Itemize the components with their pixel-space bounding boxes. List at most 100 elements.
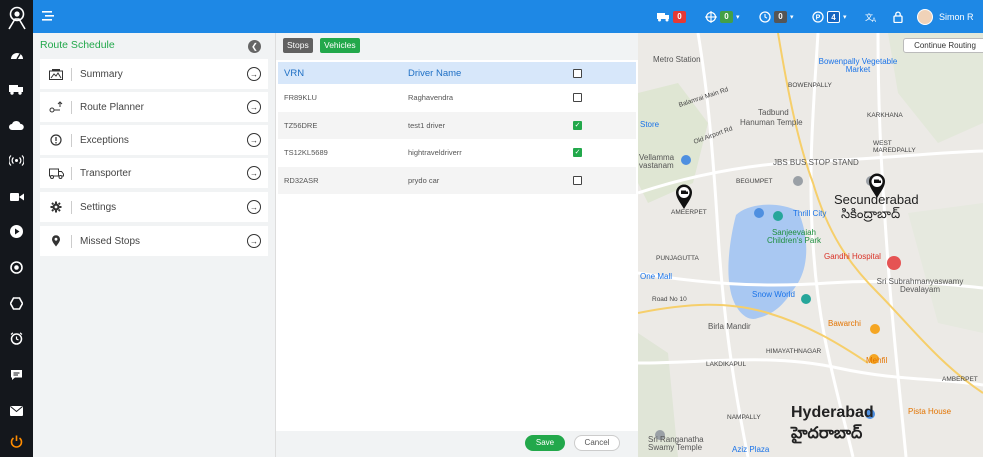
language-button[interactable]: 文A xyxy=(865,8,878,25)
map-label: KARKHANA xyxy=(867,112,903,119)
online-badge: 0 xyxy=(720,10,733,23)
mail-icon[interactable] xyxy=(8,402,25,419)
chat-icon[interactable] xyxy=(8,366,25,383)
arrow-right-circle-icon[interactable]: → xyxy=(247,133,261,147)
menu-item-label: Exceptions xyxy=(80,134,129,146)
map-label: Sri Subrahmanyaswamy Devalayam xyxy=(876,277,964,294)
hamburger-menu-icon[interactable] xyxy=(41,9,55,23)
cloud-icon[interactable] xyxy=(8,117,25,134)
save-button[interactable]: Save xyxy=(525,435,565,451)
chevron-down-icon: ▾ xyxy=(790,13,794,21)
map-label: Bowenpally Vegetable Market xyxy=(818,57,898,74)
map-label: WEST MAREDPALLY xyxy=(873,140,916,154)
vrn-cell: RD32ASR xyxy=(284,175,319,185)
location-pin-icon xyxy=(45,235,67,247)
map-label: JBS BUS STOP STAND xyxy=(773,158,859,167)
tab-stops[interactable]: Stops xyxy=(283,38,313,53)
arrow-right-circle-icon[interactable]: → xyxy=(247,166,261,180)
collapse-panel-button[interactable]: ❮ xyxy=(248,40,261,53)
summary-icon xyxy=(45,68,67,80)
vehicle-location-pin-icon[interactable] xyxy=(868,173,886,199)
hexagon-icon[interactable] xyxy=(8,295,25,312)
map-label: Thrill City xyxy=(793,209,827,218)
map-label: Hanuman Temple xyxy=(740,118,803,127)
online-status-dropdown[interactable]: 0 ▾ xyxy=(705,8,740,25)
menu-item-exceptions[interactable]: Exceptions → xyxy=(40,125,268,155)
alerts-counter[interactable]: 0 xyxy=(657,8,686,25)
alerts-badge: 0 xyxy=(673,10,686,23)
user-menu[interactable]: Simon R xyxy=(917,8,974,25)
menu-item-route-planner[interactable]: Route Planner → xyxy=(40,92,268,122)
map-label: Sri Ranganatha Swamy Temple xyxy=(648,435,704,452)
row-checkbox[interactable]: ✓ xyxy=(573,148,582,158)
parked-status-dropdown[interactable]: P 4 ▾ xyxy=(812,8,847,25)
map-label: One Mall xyxy=(640,272,673,281)
top-bar: 0 0 ▾ 0 ▾ P 4 ▾ 文A Simon R xyxy=(33,0,983,33)
select-all-checkbox[interactable] xyxy=(573,68,582,78)
table-row[interactable]: RD32ASR prydo car xyxy=(278,166,636,194)
power-icon[interactable] xyxy=(8,433,25,450)
map-view[interactable]: Continue Routing Metro Station BOWENPALL… xyxy=(638,33,983,457)
map-label: Birla Mandir xyxy=(708,322,751,331)
map-label: Gandhi Hospital xyxy=(824,252,881,261)
video-camera-icon[interactable] xyxy=(8,188,25,205)
avatar xyxy=(917,8,933,25)
arrow-right-circle-icon[interactable]: → xyxy=(247,67,261,81)
row-checkbox[interactable] xyxy=(573,175,582,185)
map-label: NAMPALLY xyxy=(727,414,761,421)
continue-routing-button[interactable]: Continue Routing xyxy=(903,38,983,53)
vehicles-panel: Stops Vehicles VRN Driver Name FR89KLU R… xyxy=(275,33,638,457)
menu-item-label: Transporter xyxy=(80,167,132,179)
alarm-clock-icon[interactable] xyxy=(8,330,25,347)
map-label: సికింద్రాబాద్ xyxy=(841,206,901,221)
app-nav-rail xyxy=(0,0,33,457)
table-row[interactable]: FR89KLU Raghavendra xyxy=(278,84,636,112)
settings-icon xyxy=(45,201,67,213)
vehicle-location-pin-icon[interactable] xyxy=(675,184,693,210)
route-schedule-panel: Route Schedule ❮ Summary → Route Planner… xyxy=(33,33,275,457)
lock-button[interactable] xyxy=(893,8,903,25)
app-logo[interactable] xyxy=(6,6,28,30)
idle-badge: 0 xyxy=(774,10,787,23)
fleet-icon[interactable] xyxy=(8,80,25,97)
map-label: Hyderabad xyxy=(791,404,874,421)
column-header-driver[interactable]: Driver Name xyxy=(402,68,568,79)
row-checkbox[interactable] xyxy=(573,93,582,103)
broadcast-icon[interactable] xyxy=(8,152,25,169)
dashboard-icon[interactable] xyxy=(8,45,25,62)
cancel-button[interactable]: Cancel xyxy=(574,435,620,451)
arrow-right-circle-icon[interactable]: → xyxy=(247,200,261,214)
record-icon[interactable] xyxy=(8,259,25,276)
table-row[interactable]: TZ56DRE test1 driver ✓ xyxy=(278,111,636,139)
truck-alert-icon xyxy=(657,13,669,22)
vehicles-table: VRN Driver Name FR89KLU Raghavendra TZ56… xyxy=(278,62,636,194)
svg-text:A: A xyxy=(872,18,876,23)
map-label: Snow World xyxy=(752,290,795,299)
row-checkbox[interactable]: ✓ xyxy=(573,120,582,130)
table-row[interactable]: TS12KL5689 hightraveldriverr ✓ xyxy=(278,139,636,167)
menu-item-transporter[interactable]: Transporter → xyxy=(40,158,268,188)
menu-item-summary[interactable]: Summary → xyxy=(40,59,268,89)
map-label: PUNJAGUTTA xyxy=(656,255,699,262)
map-label: Road No 10 xyxy=(652,296,687,303)
arrow-right-circle-icon[interactable]: → xyxy=(247,100,261,114)
map-label: Pista House xyxy=(908,407,952,416)
play-icon[interactable] xyxy=(8,223,25,240)
divider xyxy=(71,166,72,180)
idle-status-dropdown[interactable]: 0 ▾ xyxy=(759,8,794,25)
user-name: Simon R xyxy=(939,11,974,22)
parking-icon: P xyxy=(812,10,824,23)
map-label: Bawarchi xyxy=(828,319,861,328)
chevron-left-icon: ❮ xyxy=(251,42,258,51)
tab-vehicles[interactable]: Vehicles xyxy=(320,38,360,53)
menu-item-missed-stops[interactable]: Missed Stops → xyxy=(40,226,268,256)
divider xyxy=(71,133,72,147)
map-label: హైదరాబాద్ xyxy=(791,425,863,442)
map-label: Vellamma vastanam xyxy=(639,153,675,170)
crosshair-icon xyxy=(705,10,717,23)
arrow-right-circle-icon[interactable]: → xyxy=(247,234,261,248)
panel-footer: Save Cancel xyxy=(276,431,638,457)
column-header-vrn[interactable]: VRN xyxy=(278,68,402,79)
menu-item-settings[interactable]: Settings → xyxy=(40,192,268,222)
chevron-down-icon: ▾ xyxy=(843,13,847,21)
